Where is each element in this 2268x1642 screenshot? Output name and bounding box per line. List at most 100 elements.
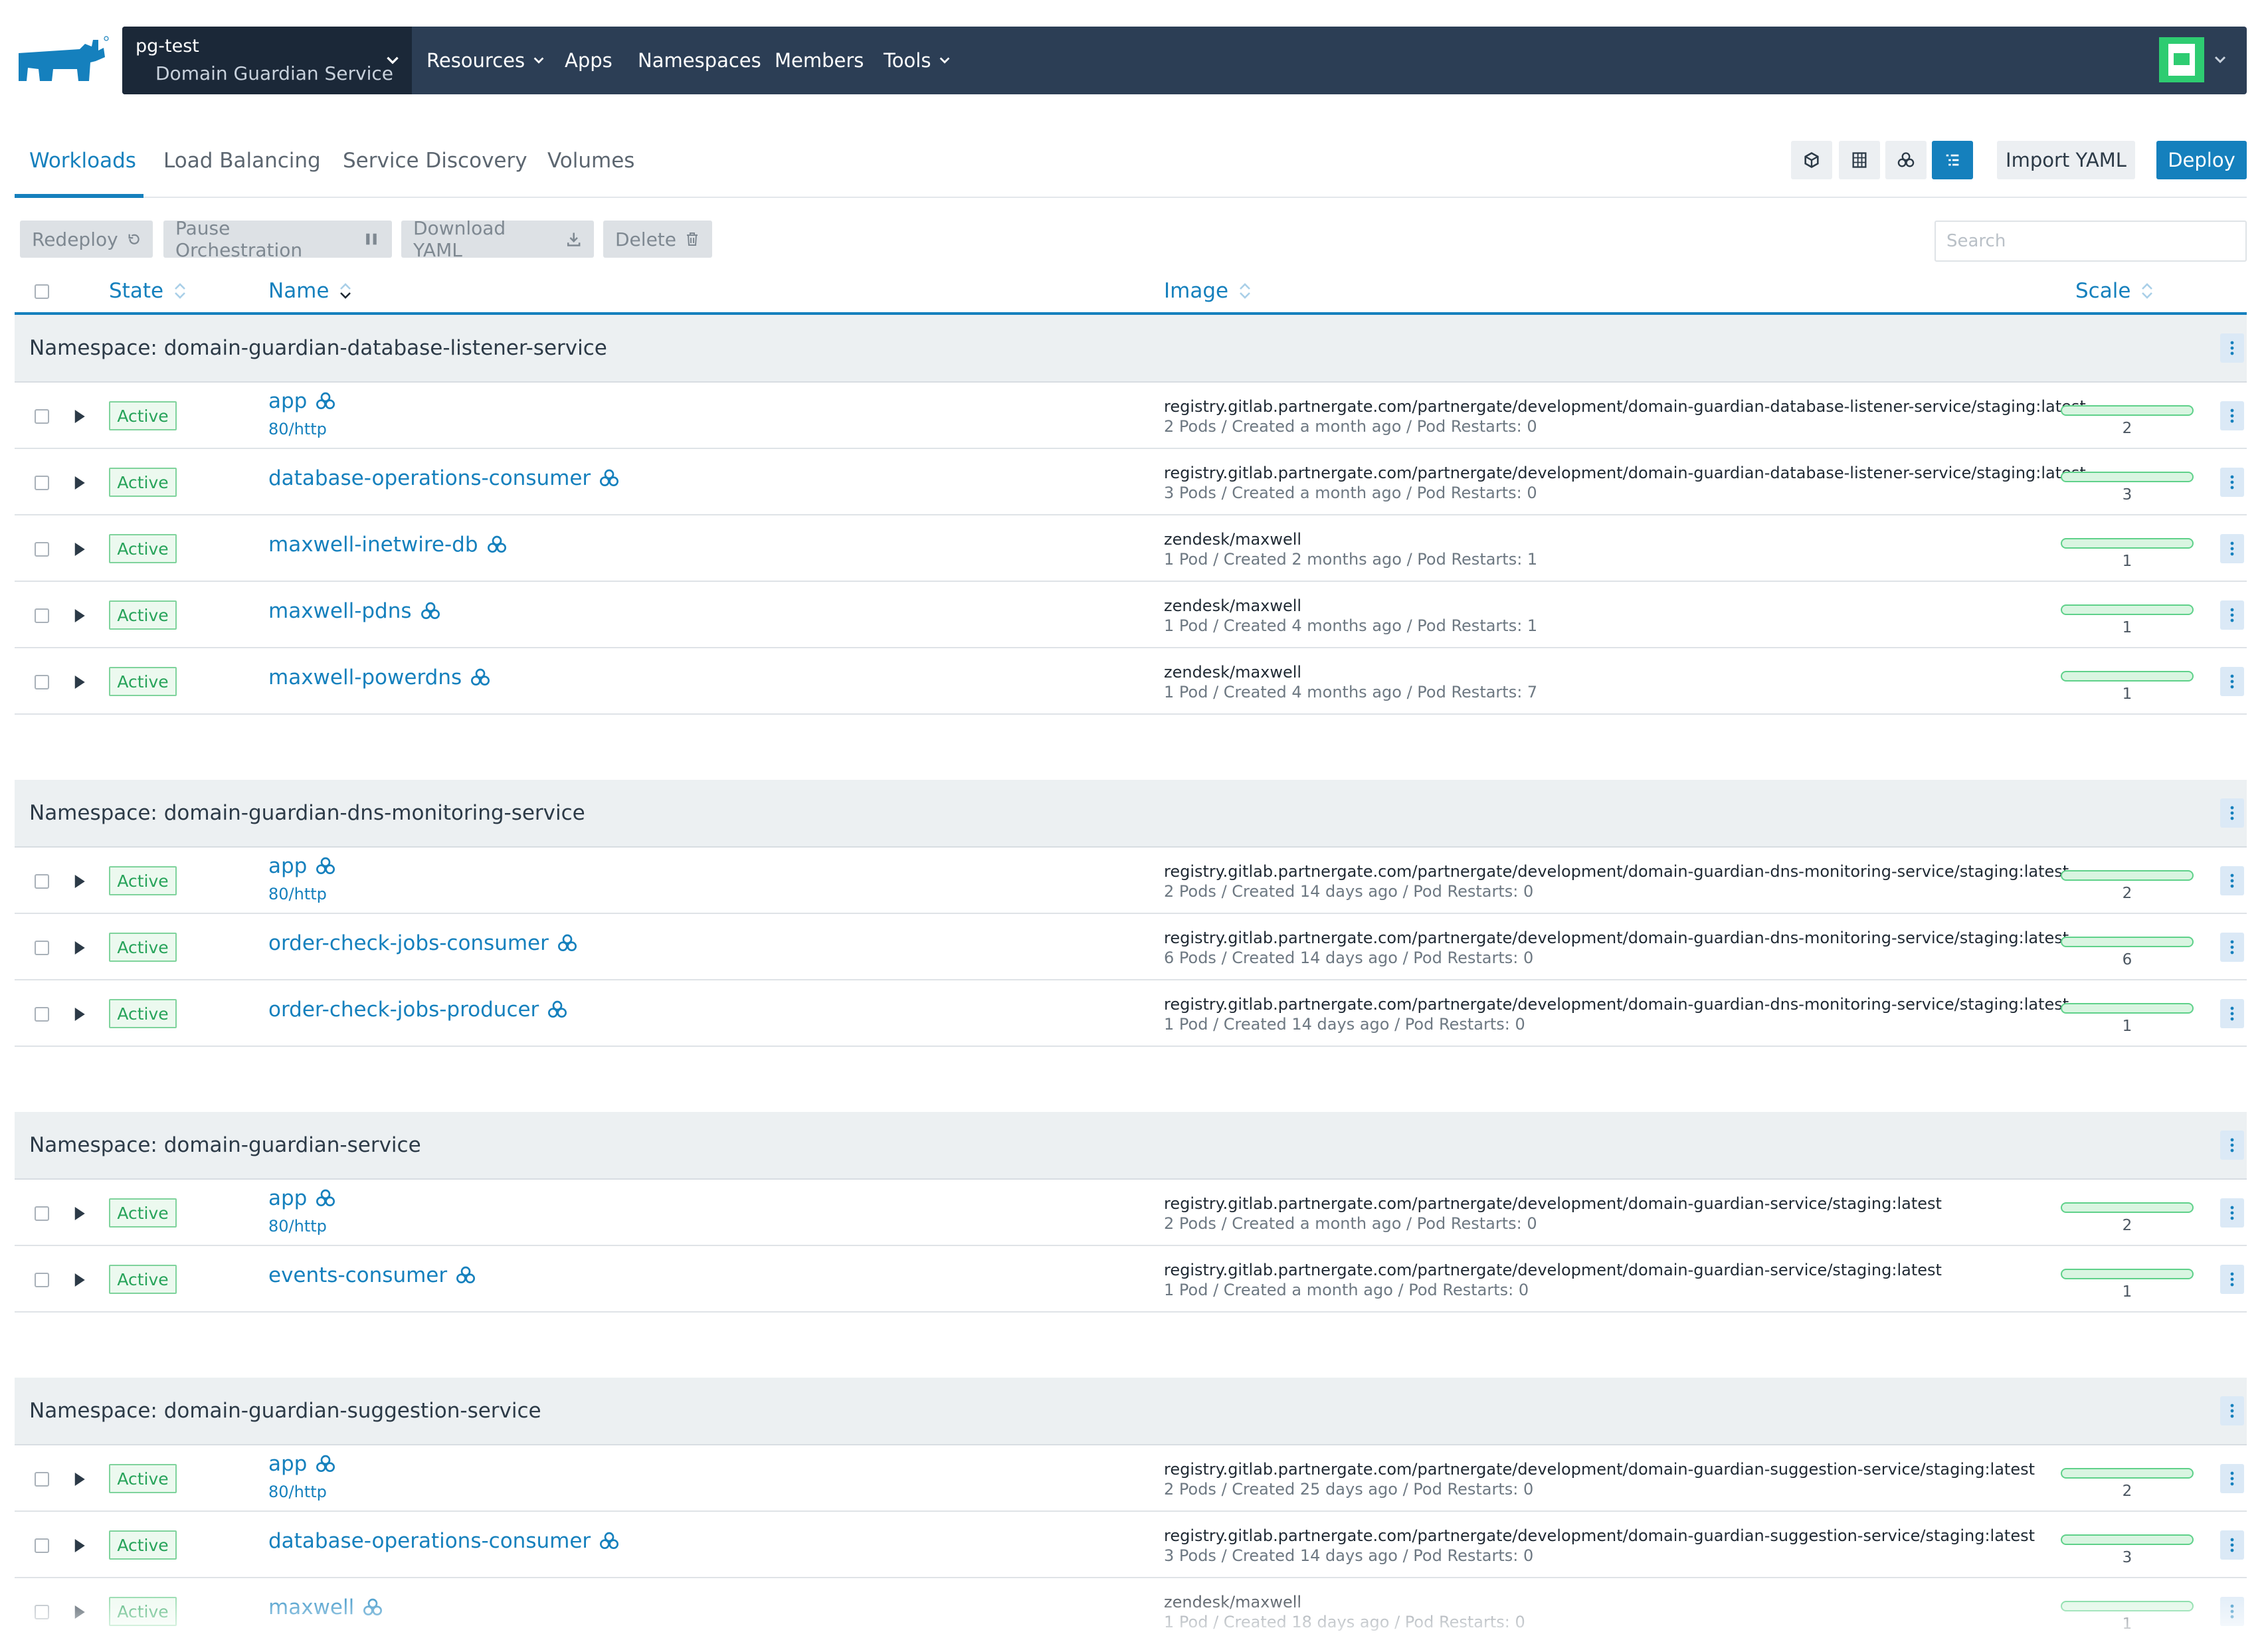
workload-name-link[interactable]: order-check-jobs-producer bbox=[268, 998, 568, 1022]
user-menu[interactable] bbox=[2159, 37, 2232, 84]
row-actions-button[interactable] bbox=[2220, 401, 2244, 430]
expand-caret-icon[interactable] bbox=[69, 1204, 89, 1224]
row-actions-button[interactable] bbox=[2220, 600, 2244, 630]
row-checkbox[interactable] bbox=[35, 1206, 49, 1221]
scale-value: 2 bbox=[2122, 1217, 2132, 1234]
pause-orchestration-button[interactable]: Pause Orchestration bbox=[163, 217, 392, 261]
row-checkbox[interactable] bbox=[35, 542, 49, 557]
column-header-image[interactable]: Image bbox=[1164, 279, 1252, 303]
row-checkbox[interactable] bbox=[35, 874, 49, 889]
workload-name: maxwell-inetwire-db bbox=[268, 533, 478, 557]
row-actions-button[interactable] bbox=[2220, 866, 2244, 895]
namespace-actions-button[interactable] bbox=[2220, 333, 2244, 363]
endpoint-link[interactable]: 80/http bbox=[268, 1483, 327, 1501]
view-list-button[interactable] bbox=[1932, 141, 1973, 179]
select-all-checkbox[interactable] bbox=[35, 284, 49, 299]
workload-name-link[interactable]: database-operations-consumer bbox=[268, 1529, 620, 1553]
workload-name-link[interactable]: maxwell-inetwire-db bbox=[268, 533, 508, 557]
row-actions-button[interactable] bbox=[2220, 1597, 2244, 1626]
endpoint-link[interactable]: 80/http bbox=[268, 1217, 327, 1235]
endpoint-link[interactable]: 80/http bbox=[268, 420, 327, 438]
column-header-state[interactable]: State bbox=[109, 279, 187, 303]
row-actions-button[interactable] bbox=[2220, 1198, 2244, 1228]
deploy-button[interactable]: Deploy bbox=[2156, 141, 2247, 179]
tab-workloads[interactable]: Workloads bbox=[29, 149, 136, 173]
table-row: Active app 80/http registry.gitlab.partnerg… bbox=[15, 383, 2247, 449]
expand-caret-icon[interactable] bbox=[69, 1536, 89, 1556]
row-actions-button[interactable] bbox=[2220, 534, 2244, 563]
workload-name-link[interactable]: maxwell bbox=[268, 1596, 383, 1619]
expand-caret-icon[interactable] bbox=[69, 473, 89, 493]
expand-caret-icon[interactable] bbox=[69, 1469, 89, 1489]
workload-name-link[interactable]: app bbox=[268, 854, 336, 878]
workload-name-link[interactable]: maxwell-pdns bbox=[268, 599, 441, 623]
expand-caret-icon[interactable] bbox=[69, 1602, 89, 1622]
delete-label: Delete bbox=[615, 228, 676, 250]
row-checkbox[interactable] bbox=[35, 476, 49, 490]
column-header-scale[interactable]: Scale bbox=[2075, 279, 2154, 303]
workload-name-link[interactable]: maxwell-powerdns bbox=[268, 666, 491, 689]
row-checkbox[interactable] bbox=[35, 941, 49, 955]
view-nodes-button[interactable] bbox=[1839, 141, 1880, 179]
row-actions-button[interactable] bbox=[2220, 999, 2244, 1028]
workload-name-link[interactable]: app bbox=[268, 1452, 336, 1476]
row-checkbox[interactable] bbox=[35, 608, 49, 623]
namespace-actions-button[interactable] bbox=[2220, 798, 2244, 828]
namespace-actions-button[interactable] bbox=[2220, 1396, 2244, 1425]
chevron-down-icon bbox=[2214, 56, 2226, 64]
column-header-name[interactable]: Name bbox=[268, 279, 353, 303]
row-actions-button[interactable] bbox=[2220, 1464, 2244, 1493]
workload-name-link[interactable]: events-consumer bbox=[268, 1263, 476, 1287]
row-checkbox[interactable] bbox=[35, 1605, 49, 1619]
expand-caret-icon[interactable] bbox=[69, 672, 89, 692]
row-checkbox[interactable] bbox=[35, 409, 49, 424]
row-checkbox[interactable] bbox=[35, 1273, 49, 1287]
nav-namespaces[interactable]: Namespaces bbox=[638, 27, 761, 94]
nav-tools[interactable]: Tools bbox=[884, 27, 952, 94]
workload-name-link[interactable]: app bbox=[268, 1186, 336, 1210]
workload-name-link[interactable]: app bbox=[268, 389, 336, 413]
expand-caret-icon[interactable] bbox=[69, 1004, 89, 1024]
nav-resources[interactable]: Resources bbox=[426, 27, 546, 94]
workload-name-link[interactable]: database-operations-consumer bbox=[268, 466, 620, 490]
workload-meta: 1 Pod / Created 14 days ago / Pod Restar… bbox=[1164, 1015, 1525, 1034]
expand-caret-icon[interactable] bbox=[69, 606, 89, 626]
nav-apps[interactable]: Apps bbox=[565, 27, 613, 94]
row-actions-button[interactable] bbox=[2220, 1530, 2244, 1560]
workload-image: registry.gitlab.partnergate.com/partnerg… bbox=[1164, 995, 2069, 1014]
view-workloads-button[interactable] bbox=[1885, 141, 1927, 179]
expand-caret-icon[interactable] bbox=[69, 407, 89, 426]
scale-value: 1 bbox=[2122, 1615, 2132, 1633]
download-yaml-button[interactable]: Download YAML bbox=[401, 217, 594, 261]
row-actions-button[interactable] bbox=[2220, 667, 2244, 696]
row-checkbox[interactable] bbox=[35, 1007, 49, 1022]
workload-meta: 3 Pods / Created a month ago / Pod Resta… bbox=[1164, 484, 1537, 502]
row-checkbox[interactable] bbox=[35, 1538, 49, 1553]
import-yaml-button[interactable]: Import YAML bbox=[1997, 141, 2135, 179]
expand-caret-icon[interactable] bbox=[69, 1270, 89, 1290]
status-badge: Active bbox=[109, 1597, 177, 1626]
tab-load-balancing[interactable]: Load Balancing bbox=[163, 149, 321, 173]
expand-caret-icon[interactable] bbox=[69, 539, 89, 559]
expand-caret-icon[interactable] bbox=[69, 938, 89, 958]
row-actions-button[interactable] bbox=[2220, 468, 2244, 497]
view-pods-button[interactable] bbox=[1791, 141, 1832, 179]
nav-members[interactable]: Members bbox=[775, 27, 864, 94]
tab-service-discovery[interactable]: Service Discovery bbox=[343, 149, 527, 173]
workload-icon bbox=[548, 1000, 567, 1018]
expand-caret-icon[interactable] bbox=[69, 871, 89, 891]
row-checkbox[interactable] bbox=[35, 675, 49, 689]
workload-name-link[interactable]: order-check-jobs-consumer bbox=[268, 931, 578, 955]
row-actions-button[interactable] bbox=[2220, 933, 2244, 962]
search-input[interactable] bbox=[1935, 221, 2247, 262]
endpoint-link[interactable]: 80/http bbox=[268, 885, 327, 903]
namespace-actions-button[interactable] bbox=[2220, 1131, 2244, 1160]
tab-volumes[interactable]: Volumes bbox=[547, 149, 634, 173]
cluster-project-switcher[interactable]: pg-test Domain Guardian Service bbox=[122, 27, 412, 94]
row-actions-button[interactable] bbox=[2220, 1265, 2244, 1294]
redeploy-button[interactable]: Redeploy bbox=[20, 221, 153, 258]
kebab-icon bbox=[2230, 541, 2234, 556]
row-checkbox[interactable] bbox=[35, 1472, 49, 1487]
workload-image: registry.gitlab.partnergate.com/partnerg… bbox=[1164, 1526, 2035, 1545]
delete-button[interactable]: Delete bbox=[603, 221, 712, 258]
